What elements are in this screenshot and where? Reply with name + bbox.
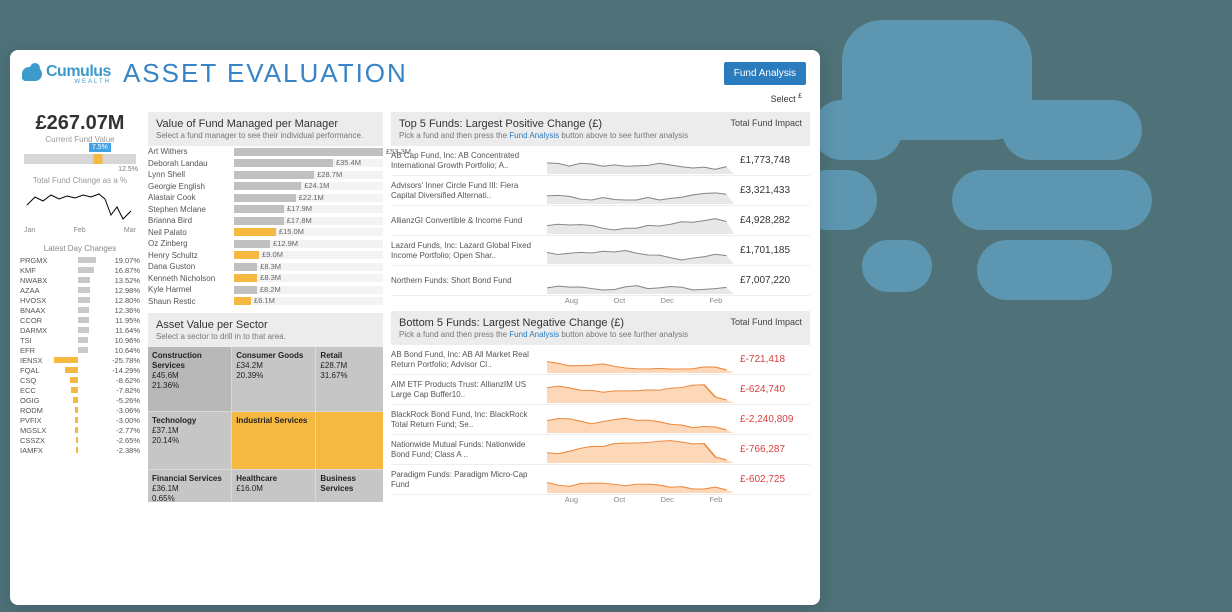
fund-row[interactable]: Nationwide Mutual Funds: Nationwide Bond… — [391, 435, 810, 465]
sector-sub: Select a sector to drill in to that area… — [156, 332, 375, 341]
day-change-row[interactable]: IAMFX-2.38% — [20, 445, 140, 455]
day-change-row[interactable]: MGSLX-2.77% — [20, 425, 140, 435]
day-change-row[interactable]: PVFIX-3.00% — [20, 415, 140, 425]
day-change-row[interactable]: HVOSX12.80% — [20, 295, 140, 305]
latest-day-title: Latest Day Changes — [20, 244, 140, 253]
managers-sub: Select a fund manager to see their indiv… — [156, 131, 375, 140]
fund-row[interactable]: AB Cap Fund, Inc: AB Concentrated Intern… — [391, 146, 810, 176]
sector-tech[interactable]: Technology£37.1M20.14% — [148, 412, 231, 469]
decor-blob — [812, 100, 902, 160]
manager-row[interactable]: Alastair Cook£22.1M — [148, 192, 383, 204]
fund-row[interactable]: Lazard Funds, Inc: Lazard Global Fixed I… — [391, 236, 810, 266]
manager-row[interactable]: Deborah Landau£35.4M — [148, 158, 383, 170]
day-change-row[interactable]: TSI10.96% — [20, 335, 140, 345]
manager-row[interactable]: Georgie English£24.1M — [148, 181, 383, 193]
decor-blob — [1002, 100, 1142, 160]
dashboard-card: Cumulus WEALTH ASSET EVALUATION Fund Ana… — [10, 50, 820, 605]
fund-row[interactable]: Paradigm Funds: Paradigm Micro-Cap Fund£… — [391, 465, 810, 495]
day-change-row[interactable]: EFR10.64% — [20, 345, 140, 355]
change-scale: 7.5% 12.5% — [24, 154, 136, 164]
day-change-row[interactable]: CCOR11.95% — [20, 315, 140, 325]
current-fund-value: £267.07M — [20, 112, 140, 135]
day-change-row[interactable]: DARMX11.64% — [20, 325, 140, 335]
sector-consumer[interactable]: Consumer Goods£34.2M20.39% — [232, 347, 315, 411]
manager-row[interactable]: Shaun Restic£6.1M — [148, 296, 383, 308]
cloud-icon — [22, 67, 42, 81]
change-badge: 7.5% — [89, 143, 111, 152]
logo: Cumulus WEALTH — [22, 63, 111, 85]
manager-row[interactable]: Henry Schultz£9.0M — [148, 250, 383, 262]
sector-retail[interactable]: Retail£28.7M31.67% — [316, 347, 383, 411]
fund-row[interactable]: Northern Funds: Short Bond Fund£7,007,22… — [391, 266, 810, 296]
treemap[interactable]: Construction Services£45.6M21.36% Consum… — [148, 347, 383, 502]
day-change-row[interactable]: NWABX13.52% — [20, 275, 140, 285]
day-change-row[interactable]: CSSZX-2.65% — [20, 435, 140, 445]
manager-row[interactable]: Oz Zinberg£12.9M — [148, 238, 383, 250]
fund-row[interactable]: BlackRock Bond Fund, Inc: BlackRock Tota… — [391, 405, 810, 435]
sector-title: Asset Value per Sector — [156, 319, 375, 331]
sector-highlight-spacer[interactable] — [316, 412, 383, 469]
brand-name: Cumulus — [46, 63, 111, 80]
day-change-row[interactable]: OGIG-5.26% — [20, 395, 140, 405]
sector-healthcare[interactable]: Healthcare£16.0M — [232, 470, 315, 502]
change-label: Total Fund Change as a % — [20, 176, 140, 185]
manager-row[interactable]: Kenneth Nicholson£8.3M — [148, 273, 383, 285]
sector-industrial[interactable]: Industrial Services — [232, 412, 315, 469]
latest-day-list: PRGMX19.07%KMF16.87%NWABX13.52%AZAA12.98… — [20, 255, 140, 455]
manager-row[interactable]: Lynn Shell£28.7M — [148, 169, 383, 181]
managers-list: Art Withers£53.3MDeborah Landau£35.4MLyn… — [148, 146, 383, 307]
select-label: Select — [771, 94, 796, 104]
manager-row[interactable]: Stephen Mclane£17.9M — [148, 204, 383, 216]
fund-analysis-button[interactable]: Fund Analysis — [724, 62, 806, 85]
change-sparkline — [20, 185, 140, 225]
top-funds-title: Top 5 Funds: Largest Positive Change (£) — [399, 118, 688, 130]
fund-row[interactable]: AllianzGI Convertible & Income Fund£4,92… — [391, 206, 810, 236]
manager-row[interactable]: Brianna Bird£17.8M — [148, 215, 383, 227]
bottom-funds-list: AB Bond Fund, Inc: AB All Market Real Re… — [391, 345, 810, 495]
page-title: ASSET EVALUATION — [123, 58, 724, 89]
day-change-row[interactable]: CSQ-8.62% — [20, 375, 140, 385]
managers-title: Value of Fund Managed per Manager — [156, 118, 375, 130]
fund-row[interactable]: AIM ETF Products Trust: AllianzIM US Lar… — [391, 375, 810, 405]
fund-row[interactable]: Advisors' Inner Circle Fund III: Fiera C… — [391, 176, 810, 206]
day-change-row[interactable]: IENSX-25.78% — [20, 355, 140, 365]
right-column: Top 5 Funds: Largest Positive Change (£)… — [391, 112, 810, 589]
sector-business[interactable]: Business Services — [316, 470, 383, 502]
manager-row[interactable]: Kyle Harmel£8.2M — [148, 284, 383, 296]
decor-blob — [862, 240, 932, 292]
day-change-row[interactable]: ECC-7.82% — [20, 385, 140, 395]
middle-column: Value of Fund Managed per Manager Select… — [148, 112, 383, 589]
decor-blob — [952, 170, 1152, 230]
day-change-row[interactable]: FQAL-14.29% — [20, 365, 140, 375]
sector-financial[interactable]: Financial Services£36.1M0.65% — [148, 470, 231, 502]
top-funds-list: AB Cap Fund, Inc: AB Concentrated Intern… — [391, 146, 810, 296]
select-row[interactable]: Select £ — [10, 89, 820, 104]
day-change-row[interactable]: BNAAX12.36% — [20, 305, 140, 315]
sector-construction[interactable]: Construction Services£45.6M21.36% — [148, 347, 231, 411]
day-change-row[interactable]: KMF16.87% — [20, 265, 140, 275]
topbar: Cumulus WEALTH ASSET EVALUATION Fund Ana… — [10, 50, 820, 89]
current-fund-value-label: Current Fund Value — [20, 135, 140, 144]
manager-row[interactable]: Dana Guston£8.3M — [148, 261, 383, 273]
manager-row[interactable]: Neil Palato£15.0M — [148, 227, 383, 239]
impact-header: Total Fund Impact — [730, 118, 802, 128]
day-change-row[interactable]: PRGMX19.07% — [20, 255, 140, 265]
left-column: £267.07M Current Fund Value 7.5% 12.5% T… — [20, 112, 140, 589]
bottom-funds-title: Bottom 5 Funds: Largest Negative Change … — [399, 317, 688, 329]
manager-row[interactable]: Art Withers£53.3M — [148, 146, 383, 158]
decor-blob — [977, 240, 1112, 300]
fund-row[interactable]: AB Bond Fund, Inc: AB All Market Real Re… — [391, 345, 810, 375]
day-change-row[interactable]: AZAA12.98% — [20, 285, 140, 295]
day-change-row[interactable]: RODM-3.06% — [20, 405, 140, 415]
